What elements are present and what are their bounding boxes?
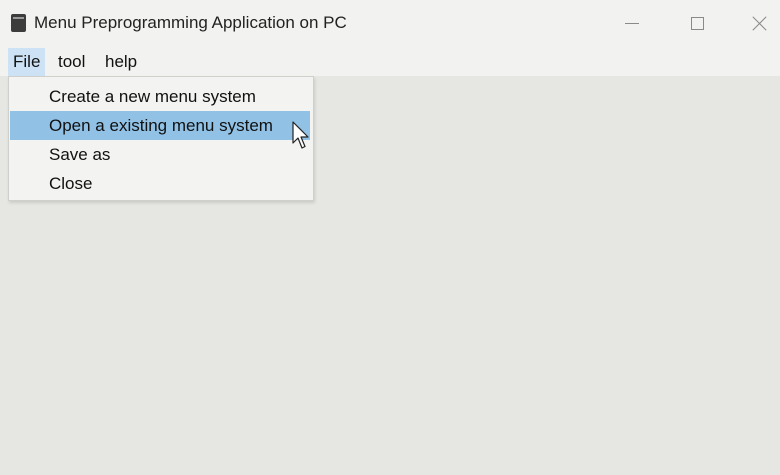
minimize-icon <box>625 22 639 24</box>
app-icon <box>11 14 26 32</box>
menu-help[interactable]: help <box>100 48 142 76</box>
app-window: Menu Preprogramming Application on PC Fi… <box>0 0 780 475</box>
title-bar[interactable]: Menu Preprogramming Application on PC <box>0 0 780 48</box>
file-dropdown-menu: Create a new menu system Open a existing… <box>8 76 314 201</box>
maximize-icon <box>690 16 704 30</box>
window-title: Menu Preprogramming Application on PC <box>34 13 347 32</box>
menu-item-open-existing[interactable]: Open a existing menu system <box>10 111 310 140</box>
mouse-pointer-icon <box>292 121 309 149</box>
close-button[interactable] <box>737 8 780 38</box>
menu-bar: File tool help <box>0 48 780 76</box>
close-icon <box>752 16 767 31</box>
menu-tool[interactable]: tool <box>53 48 90 76</box>
menu-item-save-as[interactable]: Save as <box>10 140 310 169</box>
maximize-button[interactable] <box>675 8 719 38</box>
minimize-button[interactable] <box>610 8 654 38</box>
menu-item-close[interactable]: Close <box>10 169 310 198</box>
menu-item-create-new[interactable]: Create a new menu system <box>10 82 310 111</box>
menu-file[interactable]: File <box>8 48 46 76</box>
